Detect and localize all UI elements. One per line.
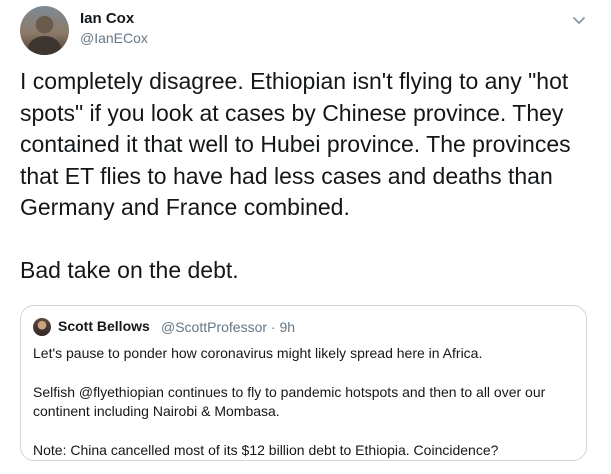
quote-paragraph: Let's pause to ponder how coronavirus mi… [33, 345, 483, 361]
tweet-paragraph: Bad take on the debt. [20, 256, 239, 283]
quote-paragraph: Note: China cancelled most of its $12 bi… [33, 441, 499, 458]
quote-text: Let's pause to ponder how coronavirus mi… [33, 344, 578, 460]
author-name[interactable]: Ian Cox [80, 10, 134, 27]
quoted-tweet[interactable]: Scott Bellows @ScottProfessor · 9h Let's… [20, 305, 587, 461]
author-handle[interactable]: @IanECox [80, 30, 148, 46]
tweet-text: I completely disagree. Ethiopian isn't f… [20, 66, 595, 286]
avatar-silhouette [28, 36, 61, 55]
quote-author-handle-time: @ScottProfessor · 9h [161, 319, 296, 335]
tweet: Ian Cox @IanECox I completely disagree. … [0, 0, 611, 474]
author-avatar[interactable] [20, 6, 69, 55]
chevron-down-icon[interactable] [571, 12, 587, 28]
quote-author-avatar [33, 318, 51, 336]
tweet-paragraph: I completely disagree. Ethiopian isn't f… [20, 68, 571, 220]
quote-author-name: Scott Bellows [58, 318, 150, 334]
quote-paragraph: Selfish @flyethiopian continues to fly t… [33, 383, 546, 420]
